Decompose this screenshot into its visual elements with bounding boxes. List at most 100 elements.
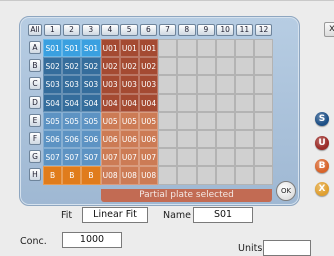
standard-type-button[interactable]: S bbox=[315, 112, 329, 126]
well-B9[interactable] bbox=[196, 57, 216, 76]
well-A1[interactable]: S01 bbox=[43, 39, 63, 58]
well-G4[interactable]: U07 bbox=[100, 148, 120, 167]
column-header-1[interactable]: 1 bbox=[43, 24, 62, 36]
well-B5[interactable]: U02 bbox=[119, 57, 139, 76]
well-A11[interactable] bbox=[235, 39, 255, 58]
well-B6[interactable]: U02 bbox=[139, 57, 159, 76]
blank-type-button[interactable]: B bbox=[315, 159, 329, 173]
well-F11[interactable] bbox=[235, 130, 255, 149]
well-A7[interactable] bbox=[158, 39, 178, 58]
well-B1[interactable]: S02 bbox=[43, 57, 63, 76]
well-A12[interactable] bbox=[254, 39, 274, 58]
well-B4[interactable]: U02 bbox=[100, 57, 120, 76]
well-C6[interactable]: U03 bbox=[139, 75, 159, 94]
well-D7[interactable] bbox=[158, 93, 178, 112]
well-D10[interactable] bbox=[215, 93, 235, 112]
well-E10[interactable] bbox=[215, 111, 235, 130]
well-F5[interactable]: U06 bbox=[119, 130, 139, 149]
column-header-9[interactable]: 9 bbox=[197, 24, 215, 36]
well-E12[interactable] bbox=[254, 111, 274, 130]
well-B8[interactable] bbox=[177, 57, 197, 76]
well-H12[interactable] bbox=[254, 166, 274, 185]
fit-select[interactable]: Linear Fit bbox=[82, 207, 148, 223]
select-all-button[interactable]: All bbox=[28, 24, 42, 36]
well-C11[interactable] bbox=[235, 75, 255, 94]
well-H4[interactable]: U08 bbox=[100, 166, 120, 185]
well-C5[interactable]: U03 bbox=[119, 75, 139, 94]
well-E5[interactable]: U05 bbox=[119, 111, 139, 130]
ok-button[interactable]: OK bbox=[276, 181, 296, 201]
well-D11[interactable] bbox=[235, 93, 255, 112]
well-H8[interactable] bbox=[177, 166, 197, 185]
well-D1[interactable]: S04 bbox=[43, 93, 63, 112]
well-B7[interactable] bbox=[158, 57, 178, 76]
unknown-type-button[interactable]: U bbox=[315, 136, 329, 150]
well-E7[interactable] bbox=[158, 111, 178, 130]
well-B10[interactable] bbox=[215, 57, 235, 76]
well-F8[interactable] bbox=[177, 130, 197, 149]
well-C9[interactable] bbox=[196, 75, 216, 94]
row-header-B[interactable]: B bbox=[29, 59, 41, 73]
well-C7[interactable] bbox=[158, 75, 178, 94]
well-E3[interactable]: S05 bbox=[81, 111, 101, 130]
column-header-10[interactable]: 10 bbox=[216, 24, 234, 36]
well-F2[interactable]: S06 bbox=[62, 130, 82, 149]
well-D2[interactable]: S04 bbox=[62, 93, 82, 112]
well-C1[interactable]: S03 bbox=[43, 75, 63, 94]
well-G11[interactable] bbox=[235, 148, 255, 167]
column-header-8[interactable]: 8 bbox=[177, 24, 196, 36]
well-H2[interactable]: B bbox=[62, 166, 82, 185]
well-C12[interactable] bbox=[254, 75, 274, 94]
well-A3[interactable]: S01 bbox=[81, 39, 101, 58]
well-G8[interactable] bbox=[177, 148, 197, 167]
well-A8[interactable] bbox=[177, 39, 197, 58]
column-header-2[interactable]: 2 bbox=[62, 24, 81, 36]
concentration-input[interactable]: 1000 bbox=[62, 232, 122, 248]
well-G1[interactable]: S07 bbox=[43, 148, 63, 167]
well-F6[interactable]: U06 bbox=[139, 130, 159, 149]
column-header-3[interactable]: 3 bbox=[81, 24, 100, 36]
well-G6[interactable]: U07 bbox=[139, 148, 159, 167]
well-C4[interactable]: U03 bbox=[100, 75, 120, 94]
column-header-4[interactable]: 4 bbox=[101, 24, 119, 36]
well-G3[interactable]: S07 bbox=[81, 148, 101, 167]
well-D9[interactable] bbox=[196, 93, 216, 112]
well-A5[interactable]: U01 bbox=[119, 39, 139, 58]
well-D8[interactable] bbox=[177, 93, 197, 112]
well-C2[interactable]: S03 bbox=[62, 75, 82, 94]
column-header-6[interactable]: 6 bbox=[139, 24, 158, 36]
well-A10[interactable] bbox=[215, 39, 235, 58]
well-G2[interactable]: S07 bbox=[62, 148, 82, 167]
well-F1[interactable]: S06 bbox=[43, 130, 63, 149]
well-C3[interactable]: S03 bbox=[81, 75, 101, 94]
well-E9[interactable] bbox=[196, 111, 216, 130]
well-H3[interactable]: B bbox=[81, 166, 101, 185]
well-B12[interactable] bbox=[254, 57, 274, 76]
well-B3[interactable]: S02 bbox=[81, 57, 101, 76]
well-D5[interactable]: U04 bbox=[119, 93, 139, 112]
well-H1[interactable]: B bbox=[43, 166, 63, 185]
well-D4[interactable]: U04 bbox=[100, 93, 120, 112]
column-header-7[interactable]: 7 bbox=[158, 24, 177, 36]
well-D3[interactable]: S04 bbox=[81, 93, 101, 112]
row-header-F[interactable]: F bbox=[29, 132, 41, 145]
well-E4[interactable]: U05 bbox=[100, 111, 120, 130]
well-H5[interactable]: U08 bbox=[119, 166, 139, 185]
well-F12[interactable] bbox=[254, 130, 274, 149]
well-A2[interactable]: S01 bbox=[62, 39, 82, 58]
close-button[interactable]: x bbox=[324, 22, 334, 37]
row-header-D[interactable]: D bbox=[29, 95, 41, 109]
column-header-12[interactable]: 12 bbox=[254, 24, 273, 36]
well-H10[interactable] bbox=[215, 166, 235, 185]
well-A4[interactable]: U01 bbox=[100, 39, 120, 58]
well-G12[interactable] bbox=[254, 148, 274, 167]
well-E11[interactable] bbox=[235, 111, 255, 130]
well-E6[interactable]: U05 bbox=[139, 111, 159, 130]
well-G7[interactable] bbox=[158, 148, 178, 167]
well-H11[interactable] bbox=[235, 166, 255, 185]
well-C10[interactable] bbox=[215, 75, 235, 94]
well-A9[interactable] bbox=[196, 39, 216, 58]
well-E2[interactable]: S05 bbox=[62, 111, 82, 130]
well-E8[interactable] bbox=[177, 111, 197, 130]
row-header-H[interactable]: H bbox=[29, 168, 41, 182]
